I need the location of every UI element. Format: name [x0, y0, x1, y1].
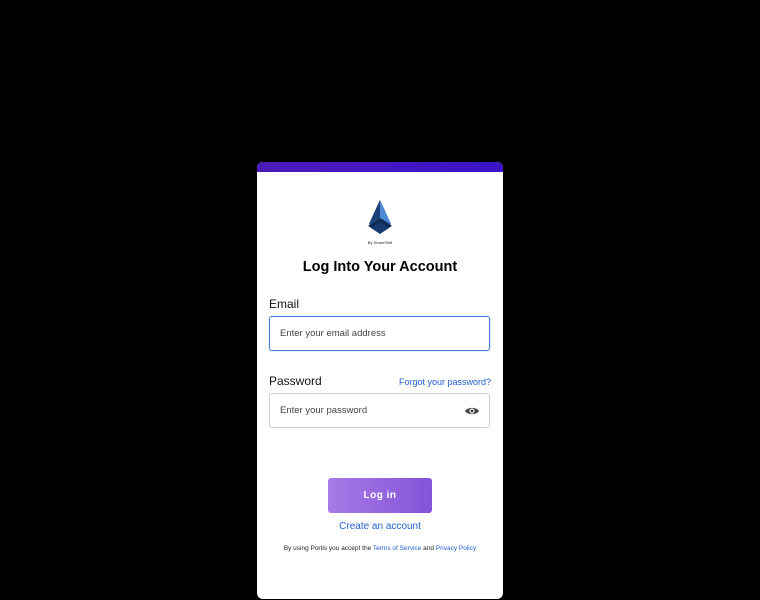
- password-label: Password: [269, 374, 322, 388]
- terms-prefix: By using Portis you accept the: [283, 545, 372, 552]
- email-field[interactable]: [269, 316, 490, 351]
- card-top-bar: [257, 162, 503, 172]
- password-field[interactable]: [269, 393, 490, 428]
- terms-of-service-link[interactable]: Terms of Service: [373, 545, 421, 552]
- terms-text: By using Portis you accept the Terms of …: [257, 545, 503, 552]
- email-label: Email: [269, 297, 300, 311]
- login-card: By ShareShift Log Into Your Account Emai…: [257, 162, 503, 599]
- terms-and: and: [423, 545, 434, 552]
- login-button[interactable]: Log in: [328, 478, 432, 513]
- logo-caption: By ShareShift: [367, 240, 393, 245]
- create-account-link[interactable]: Create an account: [257, 521, 503, 532]
- privacy-policy-link[interactable]: Privacy Policy: [436, 545, 476, 552]
- page-title: Log Into Your Account: [302, 259, 458, 275]
- eye-icon[interactable]: [464, 404, 480, 416]
- forgot-password-link[interactable]: Forgot your password?: [399, 377, 491, 387]
